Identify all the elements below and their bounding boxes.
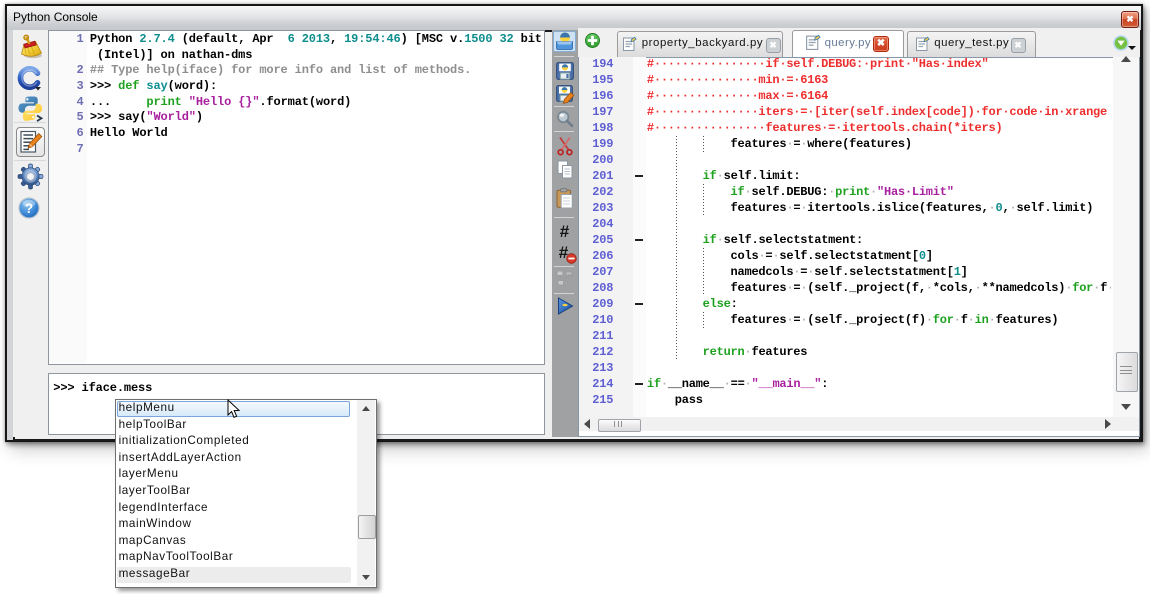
- svg-text:abj: abj: [567, 272, 572, 277]
- svg-text:?: ?: [25, 201, 33, 216]
